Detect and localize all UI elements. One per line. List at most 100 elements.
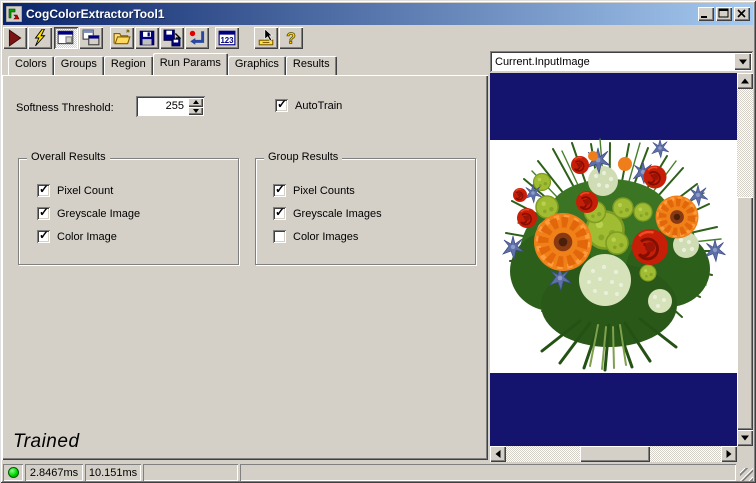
- help-button[interactable]: ?: [279, 27, 303, 49]
- show-image-window-button[interactable]: [54, 27, 78, 49]
- arrow-up-icon: [741, 79, 749, 84]
- run-icon: [6, 29, 24, 47]
- scroll-down-button[interactable]: [737, 430, 753, 446]
- color-image-row: ✓ Color Image: [37, 230, 117, 243]
- softness-threshold-value[interactable]: 255: [136, 96, 188, 117]
- pixel-counts-checkbox[interactable]: ✓: [273, 184, 286, 197]
- greyscale-image-checkbox[interactable]: ✓: [37, 207, 50, 220]
- combobox-dropdown-button[interactable]: [734, 53, 751, 70]
- cascade-windows-icon: [82, 29, 100, 47]
- tab-colors[interactable]: Colors: [8, 56, 54, 75]
- check-icon: ✓: [39, 228, 49, 243]
- softness-threshold-label: Softness Threshold:: [16, 102, 114, 114]
- group-results-groupbox: Group Results ✓ Pixel Counts ✓ Greyscale…: [255, 158, 476, 265]
- help-icon: ?: [282, 29, 300, 47]
- window-title: CogColorExtractorTool1: [26, 7, 696, 21]
- minimize-icon: [700, 8, 712, 20]
- tab-region[interactable]: Region: [104, 56, 153, 75]
- status-bar: 2.8467ms 10.151ms: [3, 462, 753, 481]
- scroll-left-button[interactable]: [490, 446, 506, 462]
- arrow-down-icon: [741, 436, 749, 441]
- pixel-count-row: ✓ Pixel Count: [37, 184, 113, 197]
- save-subset-button[interactable]: [160, 27, 184, 49]
- results-123-icon: 123: [218, 29, 236, 47]
- greyscale-images-row: ✓ Greyscale Images: [273, 207, 382, 220]
- status-empty-panel-long: [240, 464, 736, 481]
- run-params-page: Softness Threshold: 255 ✓ AutoTrain Over…: [2, 75, 488, 460]
- autotrain-label: AutoTrain: [295, 100, 342, 112]
- trained-status-text: Trained: [13, 431, 80, 453]
- greyscale-image-label: Greyscale Image: [57, 208, 140, 220]
- pixel-counts-label: Pixel Counts: [293, 185, 355, 197]
- maximize-button[interactable]: [716, 7, 732, 21]
- color-images-row: ✓ Color Images: [273, 230, 358, 243]
- toolbar: 123 ?: [3, 27, 753, 50]
- tab-strip: Colors Groups Region Run Params Graphics…: [2, 53, 488, 75]
- tab-run-params[interactable]: Run Params: [153, 53, 228, 75]
- color-images-label: Color Images: [293, 231, 358, 243]
- interactive-params-button[interactable]: [254, 27, 278, 49]
- image-selector-combobox[interactable]: Current.InputImage: [490, 51, 753, 72]
- green-status-dot-icon: [8, 467, 19, 478]
- check-icon: ✓: [275, 205, 285, 220]
- results-button[interactable]: 123: [215, 27, 239, 49]
- status-time-2: 10.151ms: [85, 464, 141, 481]
- electric-run-icon: [31, 29, 49, 47]
- scroll-up-button[interactable]: [737, 73, 753, 89]
- scroll-right-button[interactable]: [721, 446, 737, 462]
- color-images-checkbox[interactable]: ✓: [273, 230, 286, 243]
- close-button[interactable]: [734, 7, 750, 21]
- save-button[interactable]: [135, 27, 159, 49]
- open-file-button[interactable]: [110, 27, 134, 49]
- tool-state-icon: [6, 6, 22, 22]
- pixel-count-label: Pixel Count: [57, 185, 113, 197]
- tab-graphics[interactable]: Graphics: [228, 56, 286, 75]
- image-selector-value: Current.InputImage: [490, 56, 734, 68]
- arrow-left-icon: [496, 450, 501, 458]
- float-windows-button[interactable]: [79, 27, 103, 49]
- check-icon: ✓: [39, 205, 49, 220]
- color-image-label: Color Image: [57, 231, 117, 243]
- image-display[interactable]: [490, 73, 737, 446]
- autotrain-row: ✓ AutoTrain: [275, 99, 342, 112]
- spin-down-button[interactable]: [188, 107, 203, 116]
- pointer-ruler-icon: [257, 29, 275, 47]
- reset-button[interactable]: [185, 27, 209, 49]
- greyscale-image-row: ✓ Greyscale Image: [37, 207, 140, 220]
- softness-threshold-spinner[interactable]: 255: [136, 96, 205, 117]
- status-indicator-panel: [3, 464, 23, 481]
- color-image-checkbox[interactable]: ✓: [37, 230, 50, 243]
- spin-up-button[interactable]: [188, 98, 203, 107]
- tab-groups[interactable]: Groups: [54, 56, 104, 75]
- svg-text:?: ?: [286, 31, 296, 47]
- input-image-bouquet: [490, 73, 737, 446]
- status-time-1: 2.8467ms: [25, 464, 83, 481]
- open-file-icon: [113, 29, 131, 47]
- resize-grip[interactable]: [740, 468, 753, 481]
- titlebar[interactable]: CogColorExtractorTool1: [3, 3, 753, 25]
- pixel-counts-row: ✓ Pixel Counts: [273, 184, 355, 197]
- run-button[interactable]: [3, 27, 27, 49]
- svg-text:123: 123: [220, 36, 234, 45]
- reset-icon: [188, 29, 206, 47]
- arrow-right-icon: [727, 450, 732, 458]
- maximize-icon: [718, 8, 730, 20]
- horizontal-scroll-thumb[interactable]: [580, 446, 650, 462]
- minimize-button[interactable]: [698, 7, 714, 21]
- vertical-scroll-thumb[interactable]: [737, 197, 753, 430]
- overall-results-title: Overall Results: [27, 151, 110, 163]
- autotrain-checkbox[interactable]: ✓: [275, 99, 288, 112]
- greyscale-images-checkbox[interactable]: ✓: [273, 207, 286, 220]
- check-icon: ✓: [277, 97, 287, 112]
- tab-results[interactable]: Results: [286, 56, 337, 75]
- tab-control: Colors Groups Region Run Params Graphics…: [2, 53, 488, 460]
- pixel-count-checkbox[interactable]: ✓: [37, 184, 50, 197]
- save-subset-icon: [163, 29, 181, 47]
- spin-up-icon: [193, 100, 199, 104]
- vertical-scrollbar[interactable]: [737, 73, 753, 446]
- save-icon: [138, 29, 156, 47]
- group-results-title: Group Results: [264, 151, 342, 163]
- spin-down-icon: [193, 109, 199, 113]
- electric-run-button[interactable]: [28, 27, 52, 49]
- horizontal-scrollbar[interactable]: [490, 446, 737, 462]
